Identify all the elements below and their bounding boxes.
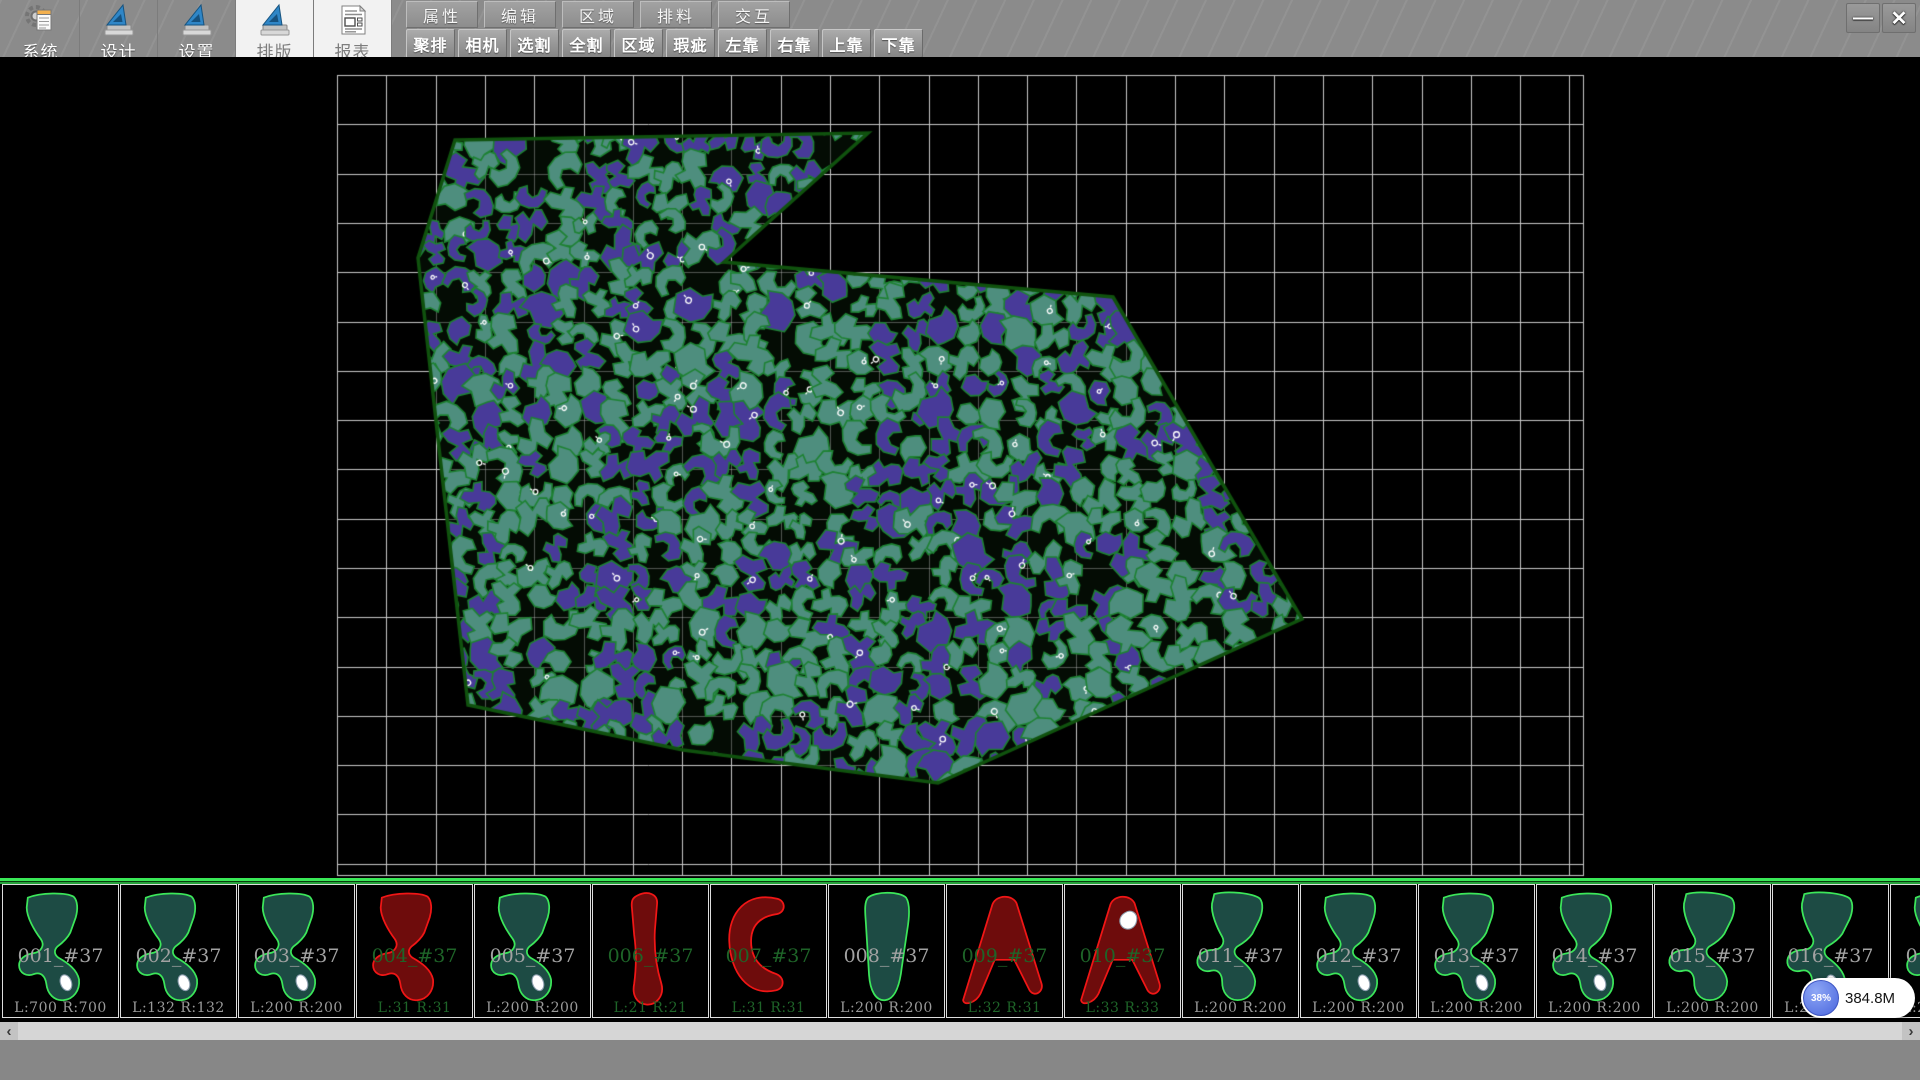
part-name: 012_#37 xyxy=(1301,945,1416,967)
tool-button-align-top[interactable]: 上靠 xyxy=(822,29,871,58)
scrollbar-track[interactable] xyxy=(18,1022,1902,1040)
tool-button-align-left[interactable]: 左靠 xyxy=(718,29,767,58)
bottom-status-area xyxy=(0,1040,1920,1080)
part-name: 005_#37 xyxy=(475,945,590,967)
minimize-button[interactable]: — xyxy=(1846,3,1880,33)
part-name: 009_#37 xyxy=(947,945,1062,967)
set-square-icon xyxy=(102,3,136,37)
tool-button-select-cut[interactable]: 选割 xyxy=(510,29,559,58)
menu-item-edit[interactable]: 编辑 xyxy=(484,1,556,28)
part-thumbnail[interactable]: 010_#37 L:33 R:33 xyxy=(1064,884,1181,1018)
tool-button-defect[interactable]: 瑕疵 xyxy=(666,29,715,58)
part-count-label: L:200 R:200 xyxy=(1419,1000,1534,1016)
tab-report[interactable]: 报表 xyxy=(314,0,392,57)
part-thumbnail[interactable]: 002_#37 L:132 R:132 xyxy=(120,884,237,1018)
part-thumbnail[interactable]: 015_#37 L:200 R:200 xyxy=(1654,884,1771,1018)
titlebar-toolbar: 系统设计设置排版报表 属性编辑区域排料交互 聚排相机选割全割区域瑕疵左靠右靠上靠… xyxy=(0,0,1920,57)
close-button[interactable]: ✕ xyxy=(1882,3,1916,33)
part-count-label: L:200 R:200 xyxy=(239,1000,354,1016)
application-window: 系统设计设置排版报表 属性编辑区域排料交互 聚排相机选割全割区域瑕疵左靠右靠上靠… xyxy=(0,0,1920,1080)
part-thumbnail[interactable]: 011_#37 L:200 R:200 xyxy=(1182,884,1299,1018)
tab-system[interactable]: 系统 xyxy=(2,0,80,57)
tool-button-region[interactable]: 区域 xyxy=(614,29,663,58)
tool-button-row: 聚排相机选割全割区域瑕疵左靠右靠上靠下靠 xyxy=(406,29,926,58)
part-count-label: L:200 R:200 xyxy=(1183,1000,1298,1016)
nesting-canvas[interactable] xyxy=(0,57,1920,878)
menu-item-interact[interactable]: 交互 xyxy=(718,1,790,28)
part-count-label: L:31 R:31 xyxy=(357,1000,472,1016)
part-thumbnail[interactable]: 013_#37 L:200 R:200 xyxy=(1418,884,1535,1018)
part-thumbnail[interactable]: 012_#37 L:200 R:200 xyxy=(1300,884,1417,1018)
part-count-label: L:32 R:31 xyxy=(947,1000,1062,1016)
tab-nesting[interactable]: 排版 xyxy=(236,0,314,57)
part-thumbnail[interactable]: 014_#37 L:200 R:200 xyxy=(1536,884,1653,1018)
part-name: 004_#37 xyxy=(357,945,472,967)
part-thumbnail[interactable]: 001_#37 L:700 R:700 xyxy=(2,884,119,1018)
part-count-label: L:200 R:200 xyxy=(1655,1000,1770,1016)
tool-button-cut-all[interactable]: 全割 xyxy=(562,29,611,58)
gear-document-icon xyxy=(24,3,58,37)
tool-button-cluster-nest[interactable]: 聚排 xyxy=(406,29,455,58)
scroll-right-arrow-icon[interactable]: › xyxy=(1902,1022,1920,1040)
tab-design[interactable]: 设计 xyxy=(80,0,158,57)
module-tabs: 系统设计设置排版报表 xyxy=(2,0,392,57)
part-name: 001_#37 xyxy=(3,945,118,967)
part-thumbnail[interactable]: 004_#37 L:31 R:31 xyxy=(356,884,473,1018)
tool-button-camera[interactable]: 相机 xyxy=(458,29,507,58)
tab-settings[interactable]: 设置 xyxy=(158,0,236,57)
part-count-label: L:200 R:200 xyxy=(829,1000,944,1016)
part-name: 016_#37 xyxy=(1773,945,1888,967)
report-document-icon xyxy=(336,3,370,37)
part-count-label: L:700 R:700 xyxy=(3,1000,118,1016)
parts-strip: 001_#37L:700 R:700002_#37L:132 R:132003_… xyxy=(0,884,1920,1022)
memory-usage-label: 384.8M xyxy=(1845,978,1895,1018)
part-thumbnail[interactable]: 005_#37 L:200 R:200 xyxy=(474,884,591,1018)
menu-bar: 属性编辑区域排料交互 xyxy=(406,1,796,28)
part-name: 007_#37 xyxy=(711,945,826,967)
part-count-label: L:200 R:200 xyxy=(475,1000,590,1016)
part-name: 006_#37 xyxy=(593,945,708,967)
part-name: 008_#37 xyxy=(829,945,944,967)
menu-item-region[interactable]: 区域 xyxy=(562,1,634,28)
part-thumbnail[interactable]: 007_#37 L:31 R:31 xyxy=(710,884,827,1018)
part-count-label: L:21 R:21 xyxy=(593,1000,708,1016)
status-badge: 38% 384.8M xyxy=(1801,978,1915,1018)
horizontal-scrollbar: ‹ › xyxy=(0,1022,1920,1040)
tool-button-align-right[interactable]: 右靠 xyxy=(770,29,819,58)
part-thumbnail[interactable]: 006_#37 L:21 R:21 xyxy=(592,884,709,1018)
set-square-icon xyxy=(180,3,214,37)
part-count-label: L:200 R:200 xyxy=(1537,1000,1652,1016)
part-name: 003_#37 xyxy=(239,945,354,967)
part-name: 017_#37 xyxy=(1891,945,1920,967)
part-count-label: L:31 R:31 xyxy=(711,1000,826,1016)
window-controls: — ✕ xyxy=(1844,3,1916,33)
set-square-icon xyxy=(258,3,292,37)
part-thumbnail[interactable]: 003_#37 L:200 R:200 xyxy=(238,884,355,1018)
part-name: 015_#37 xyxy=(1655,945,1770,967)
menu-item-nesting[interactable]: 排料 xyxy=(640,1,712,28)
part-name: 010_#37 xyxy=(1065,945,1180,967)
part-name: 014_#37 xyxy=(1537,945,1652,967)
part-thumbnail[interactable]: 009_#37 L:32 R:31 xyxy=(946,884,1063,1018)
part-count-label: L:33 R:33 xyxy=(1065,1000,1180,1016)
part-thumbnail[interactable]: 008_#37 L:200 R:200 xyxy=(828,884,945,1018)
part-name: 002_#37 xyxy=(121,945,236,967)
menu-item-properties[interactable]: 属性 xyxy=(406,1,478,28)
part-name: 013_#37 xyxy=(1419,945,1534,967)
progress-percent-badge: 38% xyxy=(1803,980,1839,1016)
part-count-label: L:200 R:200 xyxy=(1301,1000,1416,1016)
part-name: 011_#37 xyxy=(1183,945,1298,967)
part-count-label: L:132 R:132 xyxy=(121,1000,236,1016)
scroll-left-arrow-icon[interactable]: ‹ xyxy=(0,1022,18,1040)
tool-button-align-bottom[interactable]: 下靠 xyxy=(874,29,923,58)
